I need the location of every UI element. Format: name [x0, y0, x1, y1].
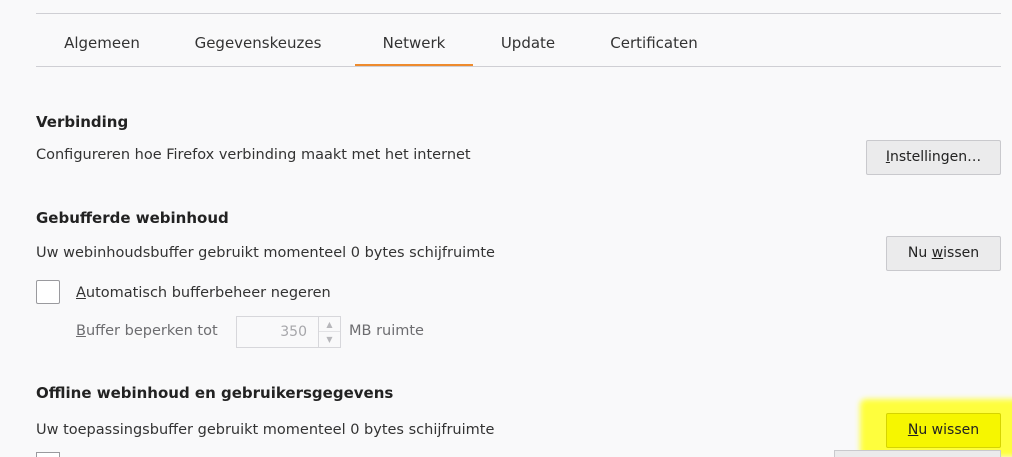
offline-heading: Offline webinhoud en gebruikersgegevens [36, 384, 394, 402]
tab-label: Algemeen [64, 34, 140, 52]
button-label: issen [943, 245, 980, 261]
cache-limit-spinner[interactable]: 350 ▲ ▼ [236, 316, 341, 348]
tab-certificaten[interactable]: Certificaten [603, 29, 705, 67]
mnemonic: N [907, 422, 919, 438]
tab-bar-divider [36, 66, 1001, 67]
top-divider [36, 13, 1001, 14]
web-cache-description: Uw webinhoudsbuffer gebruikt momenteel 0… [36, 245, 495, 261]
preferences-network-page: Algemeen Gegevenskeuzes Netwerk Update C… [0, 0, 1012, 457]
tab-algemeen[interactable]: Algemeen [60, 29, 144, 67]
tab-label: Certificaten [610, 34, 698, 52]
tab-bar: Algemeen Gegevenskeuzes Netwerk Update C… [36, 29, 1001, 67]
tab-gegevenskeuzes[interactable]: Gegevenskeuzes [180, 29, 336, 67]
connection-description: Configureren hoe Firefox verbinding maak… [36, 147, 471, 163]
mnemonic: w [931, 245, 944, 261]
tab-label: Netwerk [382, 34, 446, 52]
connection-heading: Verbinding [36, 113, 129, 131]
spinner-up-icon[interactable]: ▲ [319, 317, 340, 332]
cache-limit-label: Buffer beperken tot [76, 323, 218, 339]
clear-offline-cache-button[interactable]: Nu wissen [886, 413, 1001, 448]
label-text: uffer beperken tot [85, 323, 218, 339]
offline-description: Uw toepassingsbuffer gebruikt momenteel … [36, 422, 495, 438]
connection-settings-button[interactable]: Instellingen… [866, 140, 1001, 175]
partial-button[interactable] [834, 450, 1001, 457]
cache-limit-unit: MB ruimte [349, 323, 424, 339]
spinner-down-icon[interactable]: ▼ [319, 332, 340, 347]
mnemonic: A [76, 285, 86, 301]
button-label: Nu [907, 245, 932, 261]
tab-label: Update [500, 34, 556, 52]
button-label: u wissen [918, 422, 980, 438]
tab-label: Gegevenskeuzes [194, 34, 322, 52]
button-label: nstellingen… [889, 149, 982, 165]
tab-netwerk[interactable]: Netwerk [355, 29, 473, 67]
tab-update[interactable]: Update [495, 29, 561, 67]
spinner-buttons: ▲ ▼ [318, 317, 340, 347]
clear-web-cache-button[interactable]: Nu wissen [886, 236, 1001, 271]
cache-limit-value[interactable]: 350 [237, 317, 315, 347]
mnemonic: B [76, 323, 86, 339]
partial-checkbox[interactable] [36, 452, 60, 457]
label-text: utomatisch bufferbeheer negeren [85, 285, 331, 301]
override-cache-label[interactable]: Automatisch bufferbeheer negeren [76, 285, 331, 301]
override-cache-checkbox[interactable] [36, 280, 60, 304]
web-cache-heading: Gebufferde webinhoud [36, 209, 229, 227]
